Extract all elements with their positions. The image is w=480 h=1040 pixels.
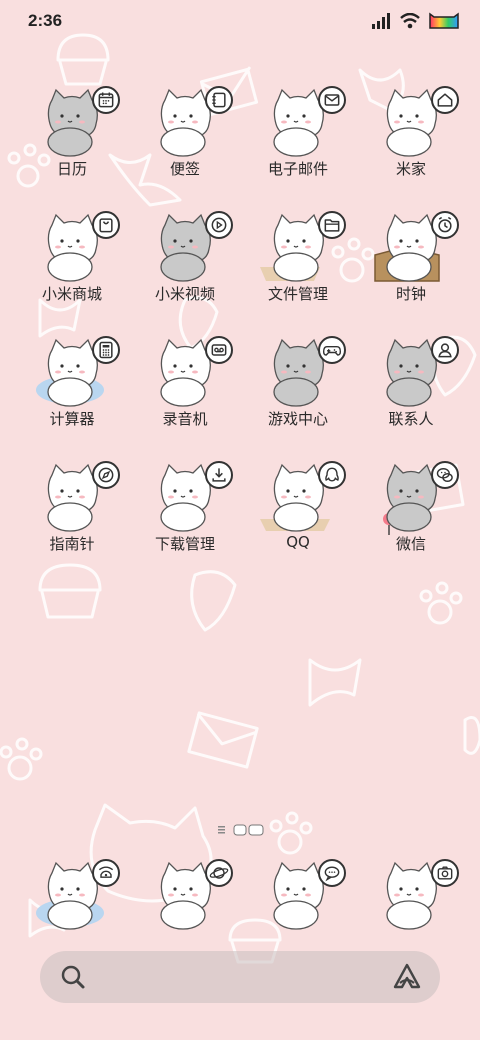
app-calculator[interactable]: 计算器 [16, 332, 128, 442]
app-label: 微信 [395, 535, 426, 553]
alarm-clock-icon [431, 211, 459, 239]
assistant-icon[interactable] [392, 963, 422, 991]
status-icons [372, 11, 460, 31]
video-play-icon [205, 211, 233, 239]
app-wechat[interactable]: 微信 [355, 457, 467, 567]
app-label: 文件管理 [267, 285, 328, 303]
status-bar: 2:36 [0, 0, 480, 44]
dock-phone[interactable] [16, 855, 128, 935]
search-icon[interactable] [60, 964, 86, 990]
shop-bag-icon [92, 211, 120, 239]
calendar-icon [92, 86, 120, 114]
dock-camera[interactable] [355, 855, 467, 935]
notes-icon [205, 86, 233, 114]
search-bar[interactable] [40, 951, 440, 1003]
gamepad-icon [318, 336, 346, 364]
app-label: 游戏中心 [267, 410, 328, 428]
battery-icon [429, 12, 459, 29]
app-gamepad[interactable]: 游戏中心 [242, 332, 354, 442]
app-label: 指南针 [49, 535, 95, 553]
calculator-icon [92, 336, 120, 364]
app-label: 米家 [395, 160, 426, 178]
page-indicator [218, 824, 264, 836]
app-label: 电子邮件 [267, 160, 328, 178]
app-calendar[interactable]: 10 日历 [16, 82, 128, 192]
app-compass[interactable]: 指南针 [16, 457, 128, 567]
signal-icon [372, 13, 390, 29]
messages-icon [318, 859, 346, 887]
home-icon [431, 86, 459, 114]
app-folder[interactable]: 文件管理 [242, 207, 354, 317]
download-icon [205, 461, 233, 489]
wifi-icon [400, 13, 420, 29]
app-label: 计算器 [49, 410, 95, 428]
app-label: 下载管理 [154, 535, 215, 553]
app-label: 联系人 [388, 410, 434, 428]
app-shop-bag[interactable]: 小米商城 [16, 207, 128, 317]
mail-icon [318, 86, 346, 114]
app-label: 时钟 [395, 285, 426, 303]
app-label: 录音机 [162, 410, 208, 428]
dock-browser[interactable] [129, 855, 241, 935]
folder-icon [318, 211, 346, 239]
app-qq[interactable]: QQ [242, 457, 354, 567]
status-time: 2:36 [28, 11, 63, 30]
phone-icon [92, 859, 120, 887]
browser-icon [205, 859, 233, 887]
app-download[interactable]: 下载管理 [129, 457, 241, 567]
app-label: 小米视频 [154, 285, 215, 303]
app-alarm-clock[interactable]: 时钟 [355, 207, 467, 317]
app-label: QQ [286, 533, 310, 551]
app-contact[interactable]: 联系人 [355, 332, 467, 442]
dock [0, 855, 480, 935]
app-home[interactable]: 米家 [355, 82, 467, 192]
app-notes[interactable]: 便签 [129, 82, 241, 192]
contact-icon [431, 336, 459, 364]
recorder-icon [205, 336, 233, 364]
wechat-icon [431, 461, 459, 489]
dock-messages[interactable] [242, 855, 354, 935]
app-mail[interactable]: 电子邮件 [242, 82, 354, 192]
compass-icon [92, 461, 120, 489]
app-label: 小米商城 [41, 285, 102, 303]
app-video-play[interactable]: 小米视频 [129, 207, 241, 317]
camera-icon [431, 859, 459, 887]
app-label: 便签 [169, 160, 200, 178]
app-label: 日历 [56, 160, 87, 178]
qq-icon [318, 461, 346, 489]
app-recorder[interactable]: 录音机 [129, 332, 241, 442]
